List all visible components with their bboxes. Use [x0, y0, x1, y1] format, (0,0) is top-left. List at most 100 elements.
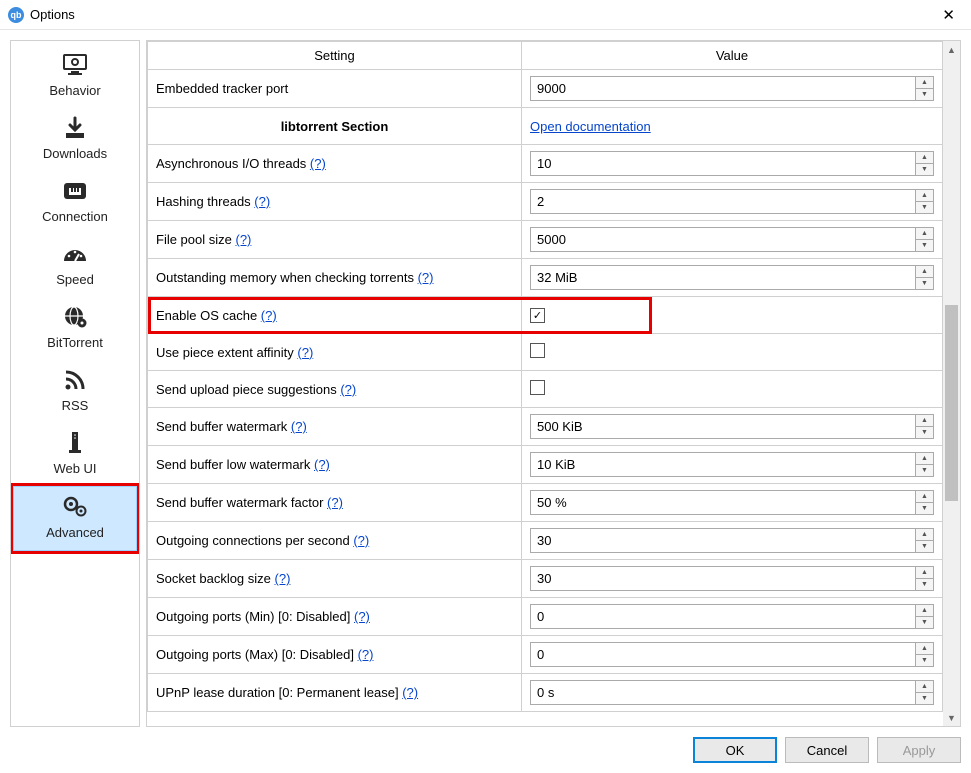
- spin-arrows[interactable]: ▲▼: [915, 77, 933, 100]
- checkbox[interactable]: ✓: [530, 308, 545, 323]
- help-link[interactable]: (?): [297, 345, 313, 360]
- vertical-scrollbar[interactable]: ▲ ▼: [943, 41, 960, 726]
- open-documentation-link[interactable]: Open documentation: [530, 119, 651, 134]
- apply-button[interactable]: Apply: [877, 737, 961, 763]
- spin-value[interactable]: 10: [531, 152, 915, 175]
- spin-down-icon[interactable]: ▼: [916, 503, 933, 514]
- spin-up-icon[interactable]: ▲: [916, 228, 933, 240]
- spin-arrows[interactable]: ▲▼: [915, 415, 933, 438]
- cancel-button[interactable]: Cancel: [785, 737, 869, 763]
- spin-up-icon[interactable]: ▲: [916, 567, 933, 579]
- spin-value[interactable]: 2: [531, 190, 915, 213]
- spin-value[interactable]: 30: [531, 567, 915, 590]
- spin-input[interactable]: 30▲▼: [530, 566, 934, 591]
- spin-up-icon[interactable]: ▲: [916, 266, 933, 278]
- spin-up-icon[interactable]: ▲: [916, 681, 933, 693]
- spin-down-icon[interactable]: ▼: [916, 278, 933, 289]
- spin-arrows[interactable]: ▲▼: [915, 152, 933, 175]
- help-link[interactable]: (?): [275, 571, 291, 586]
- spin-input[interactable]: 0▲▼: [530, 604, 934, 629]
- spin-down-icon[interactable]: ▼: [916, 240, 933, 251]
- spin-up-icon[interactable]: ▲: [916, 529, 933, 541]
- spin-down-icon[interactable]: ▼: [916, 617, 933, 628]
- help-link[interactable]: (?): [354, 609, 370, 624]
- spin-down-icon[interactable]: ▼: [916, 202, 933, 213]
- spin-arrows[interactable]: ▲▼: [915, 266, 933, 289]
- spin-arrows[interactable]: ▲▼: [915, 567, 933, 590]
- sidebar-item-speed[interactable]: Speed: [13, 234, 137, 297]
- help-link[interactable]: (?): [254, 194, 270, 209]
- sidebar-item-bittorrent[interactable]: BitTorrent: [13, 297, 137, 360]
- spin-down-icon[interactable]: ▼: [916, 693, 933, 704]
- spin-arrows[interactable]: ▲▼: [915, 228, 933, 251]
- spin-value[interactable]: 30: [531, 529, 915, 552]
- spin-arrows[interactable]: ▲▼: [915, 681, 933, 704]
- spin-arrows[interactable]: ▲▼: [915, 453, 933, 476]
- spin-input[interactable]: 9000▲▼: [530, 76, 934, 101]
- help-link[interactable]: (?): [310, 156, 326, 171]
- sidebar-item-connection[interactable]: Connection: [13, 171, 137, 234]
- spin-up-icon[interactable]: ▲: [916, 415, 933, 427]
- spin-input[interactable]: 10▲▼: [530, 151, 934, 176]
- spin-value[interactable]: 50 %: [531, 491, 915, 514]
- help-link[interactable]: (?): [353, 533, 369, 548]
- spin-value[interactable]: 9000: [531, 77, 915, 100]
- scroll-up-icon[interactable]: ▲: [943, 41, 960, 58]
- spin-down-icon[interactable]: ▼: [916, 164, 933, 175]
- help-link[interactable]: (?): [235, 232, 251, 247]
- spin-up-icon[interactable]: ▲: [916, 643, 933, 655]
- ok-button[interactable]: OK: [693, 737, 777, 763]
- help-link[interactable]: (?): [327, 495, 343, 510]
- help-link[interactable]: (?): [418, 270, 434, 285]
- spin-down-icon[interactable]: ▼: [916, 89, 933, 100]
- close-icon[interactable]: ✕: [934, 4, 963, 26]
- sidebar-item-behavior[interactable]: Behavior: [13, 45, 137, 108]
- scrollbar-track[interactable]: [943, 58, 960, 709]
- sidebar-item-rss[interactable]: RSS: [13, 360, 137, 423]
- spin-input[interactable]: 32 MiB▲▼: [530, 265, 934, 290]
- spin-down-icon[interactable]: ▼: [916, 579, 933, 590]
- spin-arrows[interactable]: ▲▼: [915, 643, 933, 666]
- spin-value[interactable]: 0: [531, 605, 915, 628]
- scrollbar-thumb[interactable]: [945, 305, 958, 500]
- spin-input[interactable]: 0 s▲▼: [530, 680, 934, 705]
- scroll-down-icon[interactable]: ▼: [943, 709, 960, 726]
- spin-input[interactable]: 10 KiB▲▼: [530, 452, 934, 477]
- column-header-setting[interactable]: Setting: [148, 42, 522, 70]
- spin-up-icon[interactable]: ▲: [916, 605, 933, 617]
- help-link[interactable]: (?): [291, 419, 307, 434]
- help-link[interactable]: (?): [358, 647, 374, 662]
- spin-value[interactable]: 5000: [531, 228, 915, 251]
- spin-arrows[interactable]: ▲▼: [915, 190, 933, 213]
- column-header-value[interactable]: Value: [522, 42, 943, 70]
- checkbox[interactable]: [530, 380, 545, 395]
- spin-value[interactable]: 500 KiB: [531, 415, 915, 438]
- sidebar-item-downloads[interactable]: Downloads: [13, 108, 137, 171]
- spin-value[interactable]: 32 MiB: [531, 266, 915, 289]
- spin-value[interactable]: 0 s: [531, 681, 915, 704]
- help-link[interactable]: (?): [314, 457, 330, 472]
- spin-arrows[interactable]: ▲▼: [915, 605, 933, 628]
- spin-value[interactable]: 10 KiB: [531, 453, 915, 476]
- spin-up-icon[interactable]: ▲: [916, 152, 933, 164]
- sidebar-item-advanced[interactable]: Advanced: [13, 486, 137, 551]
- spin-input[interactable]: 0▲▼: [530, 642, 934, 667]
- spin-input[interactable]: 30▲▼: [530, 528, 934, 553]
- spin-arrows[interactable]: ▲▼: [915, 491, 933, 514]
- spin-input[interactable]: 2▲▼: [530, 189, 934, 214]
- spin-down-icon[interactable]: ▼: [916, 465, 933, 476]
- spin-up-icon[interactable]: ▲: [916, 77, 933, 89]
- spin-up-icon[interactable]: ▲: [916, 453, 933, 465]
- spin-down-icon[interactable]: ▼: [916, 655, 933, 666]
- spin-input[interactable]: 50 %▲▼: [530, 490, 934, 515]
- spin-down-icon[interactable]: ▼: [916, 427, 933, 438]
- spin-down-icon[interactable]: ▼: [916, 541, 933, 552]
- spin-up-icon[interactable]: ▲: [916, 491, 933, 503]
- help-link[interactable]: (?): [402, 685, 418, 700]
- help-link[interactable]: (?): [340, 382, 356, 397]
- spin-value[interactable]: 0: [531, 643, 915, 666]
- spin-input[interactable]: 5000▲▼: [530, 227, 934, 252]
- spin-up-icon[interactable]: ▲: [916, 190, 933, 202]
- checkbox[interactable]: [530, 343, 545, 358]
- spin-input[interactable]: 500 KiB▲▼: [530, 414, 934, 439]
